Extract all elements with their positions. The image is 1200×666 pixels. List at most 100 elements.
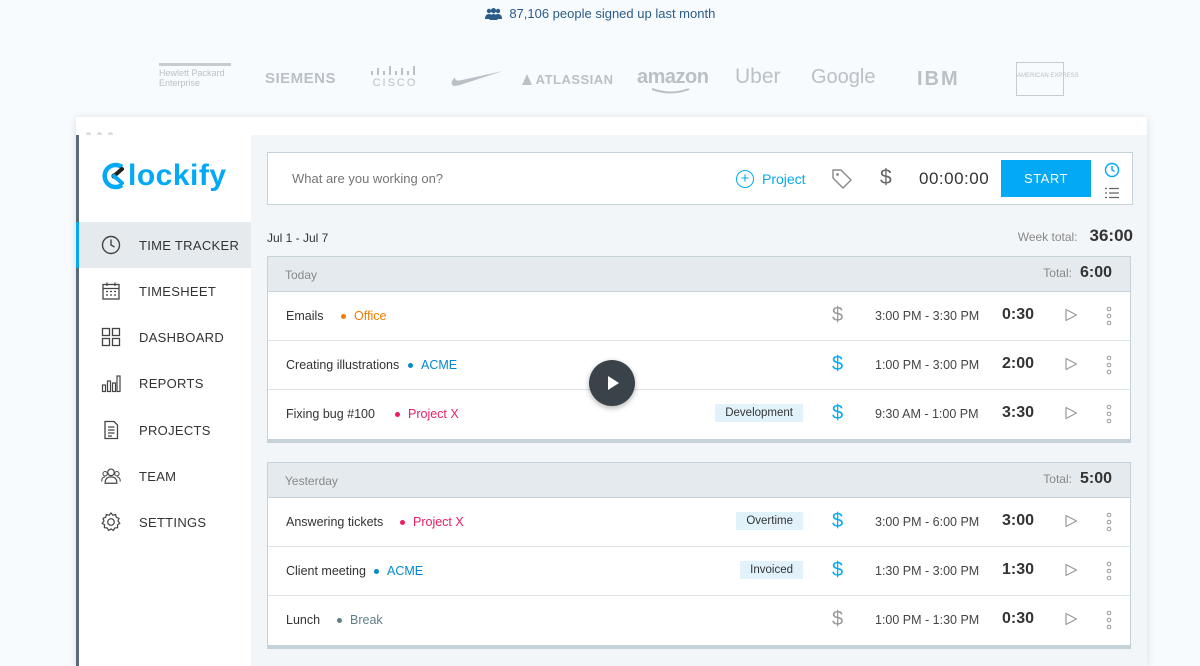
project-dot bbox=[408, 362, 413, 368]
bar-chart-icon bbox=[101, 373, 121, 393]
more-vertical-icon[interactable] bbox=[1106, 355, 1112, 378]
continue-play-icon[interactable] bbox=[1064, 612, 1078, 629]
day-total-value: 6:00 bbox=[1079, 264, 1112, 281]
day-total: Total: 6:00 bbox=[1043, 264, 1112, 282]
manual-mode-list-icon[interactable] bbox=[1104, 186, 1120, 204]
sidebar-item-label: PROJECTS bbox=[139, 422, 211, 438]
day-header: Today Total: 6:00 bbox=[268, 257, 1130, 292]
project-dot bbox=[341, 313, 346, 319]
more-vertical-icon[interactable] bbox=[1106, 610, 1112, 633]
window-titlebar bbox=[76, 117, 1147, 137]
play-icon bbox=[608, 376, 619, 390]
sidebar-item-projects[interactable]: PROJECTS bbox=[79, 407, 251, 453]
entry-time-range[interactable]: 1:00 PM - 3:00 PM bbox=[875, 358, 979, 372]
billable-dollar-icon[interactable]: $ bbox=[832, 510, 843, 533]
sidebar-item-label: TIME TRACKER bbox=[139, 237, 240, 253]
entry-time-range[interactable]: 1:30 PM - 3:00 PM bbox=[875, 564, 979, 578]
time-entry-row[interactable]: Lunch Break $ 1:00 PM - 1:30 PM 0:30 bbox=[268, 596, 1130, 645]
entry-tag[interactable]: Invoiced bbox=[740, 561, 803, 579]
entry-duration[interactable]: 0:30 bbox=[1002, 306, 1034, 324]
more-vertical-icon[interactable] bbox=[1106, 306, 1112, 329]
calendar-icon bbox=[101, 281, 121, 301]
billable-dollar-icon[interactable]: $ bbox=[832, 353, 843, 376]
clockify-mark-icon bbox=[102, 162, 124, 190]
entry-tag[interactable]: Overtime bbox=[736, 512, 803, 530]
entry-description[interactable]: Client meeting bbox=[286, 564, 366, 578]
main-panel: + Project $ 00:00:00 START Jul 1 - Jul 7 bbox=[251, 135, 1147, 666]
entry-project[interactable]: ACME bbox=[374, 564, 423, 578]
project-dot bbox=[400, 519, 405, 525]
entry-duration[interactable]: 2:00 bbox=[1002, 355, 1034, 373]
entry-project[interactable]: ACME bbox=[408, 358, 457, 372]
siemens-logo: SIEMENS bbox=[265, 70, 337, 87]
timer-bar: + Project $ 00:00:00 START bbox=[267, 152, 1133, 205]
entry-description[interactable]: Emails bbox=[286, 309, 324, 323]
clock-icon bbox=[101, 235, 121, 255]
time-entry-row[interactable]: Creating illustrations ACME $ 1:00 PM - … bbox=[268, 341, 1130, 390]
project-dot bbox=[374, 568, 379, 574]
entry-description[interactable]: Lunch bbox=[286, 613, 320, 627]
continue-play-icon[interactable] bbox=[1064, 308, 1078, 325]
entry-duration[interactable]: 3:00 bbox=[1002, 512, 1034, 530]
entry-duration[interactable]: 3:30 bbox=[1002, 404, 1034, 422]
sidebar-item-label: TEAM bbox=[139, 468, 177, 484]
entry-project[interactable]: Break bbox=[337, 613, 383, 627]
day-group-today: Today Total: 6:00 Emails Office $ 3:00 P… bbox=[267, 256, 1131, 443]
billable-dollar-icon[interactable]: $ bbox=[832, 559, 843, 582]
sidebar-item-team[interactable]: TEAM bbox=[79, 453, 251, 499]
entry-time-range[interactable]: 3:00 PM - 3:30 PM bbox=[875, 309, 979, 323]
sidebar-item-timesheet[interactable]: TIMESHEET bbox=[79, 268, 251, 314]
entry-project[interactable]: Project X bbox=[400, 515, 464, 529]
continue-play-icon[interactable] bbox=[1064, 406, 1078, 423]
amazon-logo: amazon bbox=[637, 66, 709, 94]
billable-dollar-icon[interactable]: $ bbox=[832, 608, 843, 631]
continue-play-icon[interactable] bbox=[1064, 563, 1078, 580]
project-dot bbox=[395, 411, 400, 417]
clockify-logo[interactable]: lockify bbox=[101, 159, 227, 193]
uber-logo: Uber bbox=[735, 65, 781, 88]
project-label: Project bbox=[762, 170, 806, 187]
ibm-logo: IBM bbox=[917, 68, 960, 90]
dashboard-icon bbox=[101, 327, 121, 347]
brand-name: lockify bbox=[128, 159, 227, 192]
entry-time-range[interactable]: 9:30 AM - 1:00 PM bbox=[875, 407, 979, 421]
entry-description[interactable]: Creating illustrations bbox=[286, 358, 399, 372]
time-entry-row[interactable]: Fixing bug #100 Project X Development $ … bbox=[268, 390, 1130, 439]
sidebar-item-time-tracker[interactable]: TIME TRACKER bbox=[76, 222, 251, 268]
billable-dollar-icon[interactable]: $ bbox=[832, 402, 843, 425]
time-entry-row[interactable]: Client meeting ACME Invoiced $ 1:30 PM -… bbox=[268, 547, 1130, 596]
entry-duration[interactable]: 1:30 bbox=[1002, 561, 1034, 579]
sidebar-item-dashboard[interactable]: DASHBOARD bbox=[79, 314, 251, 360]
sidebar-item-reports[interactable]: REPORTS bbox=[79, 360, 251, 406]
continue-play-icon[interactable] bbox=[1064, 514, 1078, 531]
document-icon bbox=[101, 420, 121, 440]
billable-dollar-icon[interactable]: $ bbox=[880, 166, 892, 190]
description-input[interactable] bbox=[292, 171, 712, 186]
timer-mode-clock-icon[interactable] bbox=[1104, 162, 1120, 183]
start-button[interactable]: START bbox=[1001, 160, 1091, 197]
week-total-label: Week total: bbox=[1017, 230, 1078, 244]
entry-duration[interactable]: 0:30 bbox=[1002, 610, 1034, 628]
week-summary: Jul 1 - Jul 7 Week total: 36:00 bbox=[267, 226, 1133, 249]
day-total-label: Total: bbox=[1043, 266, 1072, 280]
more-vertical-icon[interactable] bbox=[1106, 404, 1112, 427]
billable-dollar-icon[interactable]: $ bbox=[832, 304, 843, 327]
entry-time-range[interactable]: 3:00 PM - 6:00 PM bbox=[875, 515, 979, 529]
video-play-button[interactable] bbox=[589, 360, 635, 406]
tag-icon[interactable] bbox=[831, 168, 853, 195]
entry-tag[interactable]: Development bbox=[715, 404, 803, 422]
time-entry-row[interactable]: Answering tickets Project X Overtime $ 3… bbox=[268, 498, 1130, 547]
more-vertical-icon[interactable] bbox=[1106, 512, 1112, 535]
project-picker[interactable]: + Project bbox=[736, 169, 806, 188]
entry-project[interactable]: Office bbox=[341, 309, 386, 323]
more-vertical-icon[interactable] bbox=[1106, 561, 1112, 584]
entry-description[interactable]: Answering tickets bbox=[286, 515, 383, 529]
continue-play-icon[interactable] bbox=[1064, 357, 1078, 374]
entry-description[interactable]: Fixing bug #100 bbox=[286, 407, 375, 421]
time-entry-row[interactable]: Emails Office $ 3:00 PM - 3:30 PM 0:30 bbox=[268, 292, 1130, 341]
entry-project[interactable]: Project X bbox=[395, 407, 459, 421]
entry-time-range[interactable]: 1:00 PM - 1:30 PM bbox=[875, 613, 979, 627]
sidebar-item-settings[interactable]: SETTINGS bbox=[79, 499, 251, 545]
project-dot bbox=[337, 617, 342, 623]
cisco-logo: CISCO bbox=[370, 66, 420, 89]
